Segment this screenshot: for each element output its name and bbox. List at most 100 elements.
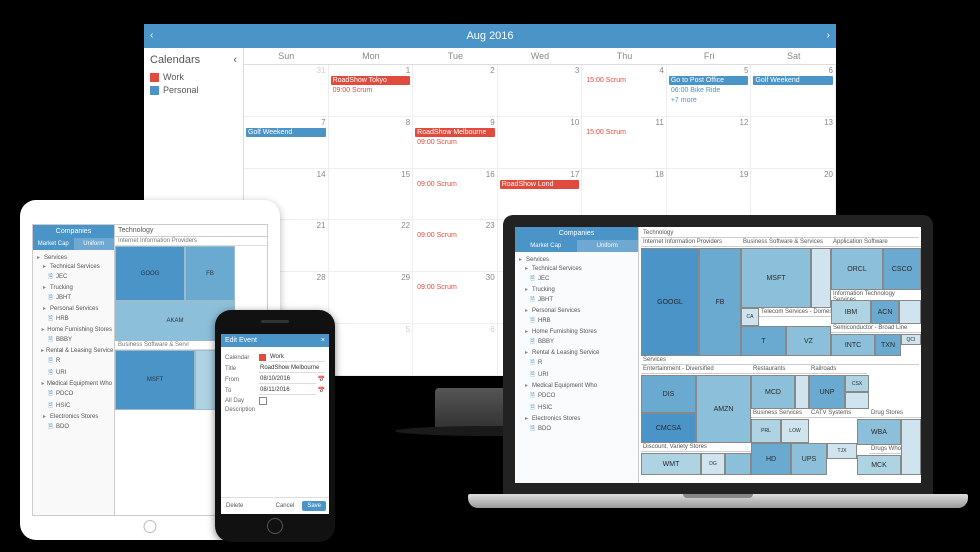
- tree-folder[interactable]: ▸Electronics Stores: [517, 414, 636, 423]
- tile-fb[interactable]: FB: [185, 246, 235, 301]
- tree-file[interactable]: 🗎BBBY: [517, 336, 636, 348]
- tile[interactable]: PRL: [751, 419, 781, 443]
- calendar-cell[interactable]: 415:00 Scrum: [582, 65, 667, 116]
- tree-file[interactable]: 🗎PDCO: [517, 390, 636, 402]
- tab-uniform[interactable]: Uniform: [74, 238, 115, 250]
- calendar-legend[interactable]: Work: [150, 72, 237, 82]
- tile[interactable]: AMZN: [696, 375, 751, 443]
- tree-folder[interactable]: ▸Technical Services: [35, 262, 112, 271]
- tree-file[interactable]: 🗎HSIC: [517, 402, 636, 414]
- calendar-icon[interactable]: 📅: [318, 376, 325, 383]
- tile[interactable]: CA: [741, 308, 759, 326]
- tile[interactable]: QCI: [901, 334, 921, 345]
- cancel-button[interactable]: Cancel: [271, 501, 300, 511]
- calendar-cell[interactable]: 13: [751, 117, 836, 168]
- tree-folder[interactable]: ▸Personal Services: [35, 304, 112, 313]
- tile[interactable]: [795, 375, 809, 409]
- calendar-event[interactable]: RoadShow Melbourne: [415, 128, 495, 137]
- tree-file[interactable]: 🗎BDO: [35, 421, 112, 433]
- calendar-cell[interactable]: 7Golf Weekend: [244, 117, 329, 168]
- tile[interactable]: TXN: [875, 334, 901, 356]
- tile[interactable]: ORCL: [831, 248, 883, 290]
- tree-file[interactable]: 🗎HRB: [517, 315, 636, 327]
- tile[interactable]: MCD: [751, 375, 795, 409]
- calendar-cell[interactable]: 1609:00 Scrum: [413, 169, 498, 220]
- tab-market-cap[interactable]: Market Cap: [33, 238, 74, 250]
- company-tree[interactable]: ▸Services▸Technical Services🗎JEC▸Truckin…: [515, 252, 638, 483]
- tree-file[interactable]: 🗎JBHT: [35, 292, 112, 304]
- to-date-input[interactable]: 08/11/2016: [259, 386, 316, 395]
- calendar-cell[interactable]: 29: [329, 272, 414, 323]
- tile[interactable]: MCK: [857, 455, 901, 475]
- tree-file[interactable]: 🗎BBBY: [35, 334, 112, 346]
- calendar-event[interactable]: Golf Weekend: [753, 76, 833, 85]
- tile[interactable]: FB: [699, 248, 741, 356]
- calendar-cell[interactable]: 1RoadShow Tokyo09:00 Scrum: [329, 65, 414, 116]
- calendar-cell[interactable]: 1115:00 Scrum: [582, 117, 667, 168]
- tile[interactable]: CMCSA: [641, 413, 696, 443]
- tile[interactable]: [845, 392, 869, 409]
- calendar-event[interactable]: 15:00 Scrum: [584, 128, 664, 137]
- tree-folder[interactable]: ▸Medical Equipment Who: [517, 381, 636, 390]
- calendar-cell[interactable]: 31: [244, 65, 329, 116]
- tile[interactable]: CSCO: [883, 248, 921, 290]
- tree-file[interactable]: 🗎JEC: [35, 271, 112, 283]
- calendar-event[interactable]: Go to Post Office: [669, 76, 749, 85]
- tile[interactable]: TJX: [827, 443, 857, 459]
- close-icon[interactable]: ×: [321, 337, 325, 344]
- tile-msft[interactable]: MSFT: [115, 350, 195, 410]
- calendar-cell[interactable]: 5Go to Post Office06:00 Bike Ride+7 more: [667, 65, 752, 116]
- tile[interactable]: MSFT: [741, 248, 811, 308]
- tile[interactable]: GOOGL: [641, 248, 699, 356]
- calendar-cell[interactable]: 2: [413, 65, 498, 116]
- tree-file[interactable]: 🗎URI: [35, 367, 112, 379]
- tile[interactable]: [901, 419, 921, 475]
- tree-folder[interactable]: ▸Home Furnishing Stores: [35, 325, 112, 334]
- save-button[interactable]: Save: [302, 501, 326, 511]
- calendar-event[interactable]: Golf Weekend: [246, 128, 326, 137]
- allday-checkbox[interactable]: [259, 397, 267, 405]
- calendar-cell[interactable]: 12: [667, 117, 752, 168]
- calendar-event[interactable]: 15:00 Scrum: [584, 76, 664, 85]
- tile[interactable]: [811, 248, 831, 308]
- tree-folder[interactable]: ▸Trucking: [517, 285, 636, 294]
- calendar-event[interactable]: RoadShow Tokyo: [331, 76, 411, 85]
- calendar-cell[interactable]: 3: [498, 65, 583, 116]
- calendar-cell[interactable]: 19: [667, 169, 752, 220]
- tile[interactable]: HD: [751, 443, 791, 475]
- calendar-cell[interactable]: 5: [329, 324, 414, 375]
- tree-folder[interactable]: ▸Medical Equipment Who: [35, 379, 112, 388]
- tree-folder[interactable]: ▸Rental & Leasing Service: [517, 348, 636, 357]
- tile[interactable]: VZ: [786, 326, 831, 356]
- tile[interactable]: IBM: [831, 300, 871, 324]
- calendar-cell[interactable]: 8: [329, 117, 414, 168]
- delete-button[interactable]: Delete: [224, 501, 245, 511]
- tree-file[interactable]: 🗎JEC: [517, 273, 636, 285]
- company-tree[interactable]: ▸Services▸Technical Services🗎JEC▸Truckin…: [33, 250, 114, 515]
- calendar-cell[interactable]: 18: [582, 169, 667, 220]
- prev-month-icon[interactable]: ‹: [150, 24, 153, 48]
- calendar-select[interactable]: Work: [269, 353, 325, 362]
- tree-file[interactable]: 🗎PDCO: [35, 388, 112, 400]
- tree-file[interactable]: 🗎JBHT: [517, 294, 636, 306]
- tree-folder[interactable]: ▸Electronics Stores: [35, 412, 112, 421]
- calendar-event[interactable]: RoadShow Lond: [500, 180, 580, 189]
- tile[interactable]: [725, 453, 751, 475]
- tree-folder[interactable]: ▸Trucking: [35, 283, 112, 292]
- tile[interactable]: DG: [701, 453, 725, 475]
- tile[interactable]: [899, 300, 921, 324]
- tile[interactable]: T: [741, 326, 786, 356]
- tree-folder[interactable]: ▸Services: [35, 253, 112, 262]
- calendar-cell[interactable]: 10: [498, 117, 583, 168]
- tree-folder[interactable]: ▸Home Furnishing Stores: [517, 327, 636, 336]
- title-input[interactable]: RoadShow Melbourne: [259, 364, 325, 373]
- tile[interactable]: LOW: [781, 419, 809, 443]
- tree-file[interactable]: 🗎R: [35, 355, 112, 367]
- calendar-event[interactable]: 09:00 Scrum: [415, 180, 495, 189]
- tile[interactable]: UPS: [791, 443, 827, 475]
- tree-file[interactable]: 🗎R: [517, 357, 636, 369]
- tree-folder[interactable]: ▸Technical Services: [517, 264, 636, 273]
- tile[interactable]: UNP: [809, 375, 845, 409]
- collapse-icon[interactable]: ‹: [233, 54, 237, 66]
- calendar-event[interactable]: 06:00 Bike Ride: [669, 86, 749, 95]
